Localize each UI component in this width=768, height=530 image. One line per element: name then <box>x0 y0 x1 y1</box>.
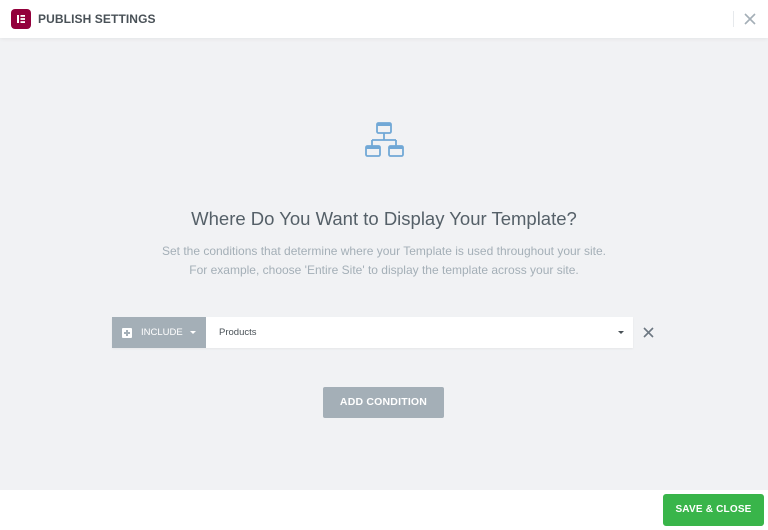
description-line-1: Set the conditions that determine where … <box>161 244 607 258</box>
sitemap-icon <box>364 120 406 160</box>
condition-value-select[interactable]: Products <box>206 317 633 348</box>
condition-value-label: Products <box>219 327 257 338</box>
caret-down-icon <box>618 331 624 334</box>
condition-type-label: INCLUDE <box>141 327 183 338</box>
save-close-button[interactable]: SAVE & CLOSE <box>663 494 764 526</box>
modal-title: PUBLISH SETTINGS <box>38 12 156 26</box>
condition-type-select[interactable]: INCLUDE <box>112 317 206 348</box>
header-divider <box>733 11 734 27</box>
plus-icon <box>122 327 132 338</box>
add-condition-button[interactable]: ADD CONDITION <box>323 387 444 418</box>
close-icon[interactable] <box>742 11 758 27</box>
page-title: Where Do You Want to Display Your Templa… <box>191 208 577 229</box>
elementor-logo-icon <box>11 9 31 29</box>
description-line-2: For example, choose 'Entire Site' to dis… <box>189 263 579 277</box>
condition-row: INCLUDE Products <box>112 317 633 348</box>
remove-condition-icon[interactable] <box>642 326 655 339</box>
modal-header: PUBLISH SETTINGS <box>0 0 768 38</box>
caret-down-icon <box>190 331 196 334</box>
modal-footer <box>0 490 768 530</box>
